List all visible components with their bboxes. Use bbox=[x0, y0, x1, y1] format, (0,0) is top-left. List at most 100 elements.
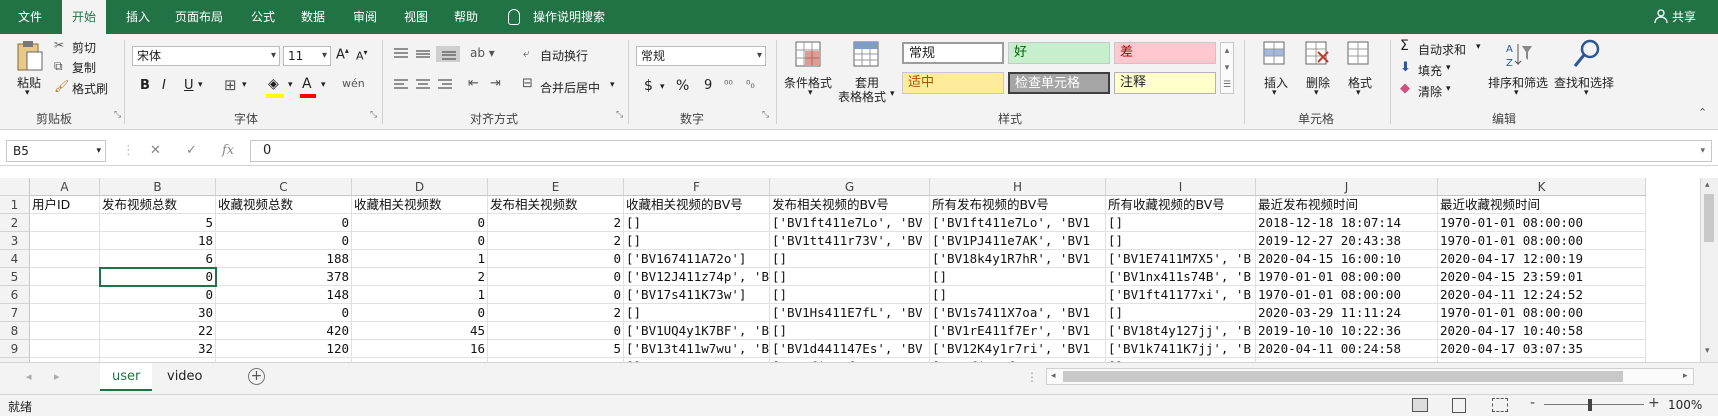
header-cell[interactable]: 所有发布视频的BV号 bbox=[930, 196, 1106, 214]
column-header-k[interactable]: K bbox=[1438, 178, 1646, 196]
table-cell[interactable]: [] bbox=[930, 268, 1106, 286]
style-neutral[interactable]: 适中 bbox=[902, 72, 1004, 94]
table-cell[interactable]: 1970-01-01 08:00:00 bbox=[1256, 268, 1438, 286]
table-cell[interactable]: [] bbox=[624, 214, 770, 232]
table-cell[interactable]: 1 bbox=[352, 250, 488, 268]
sheet-tab-user[interactable]: user bbox=[100, 363, 153, 391]
header-cell[interactable]: 最近发布视频时间 bbox=[1256, 196, 1438, 214]
dialog-launcher-icon[interactable]: ⤡ bbox=[762, 110, 769, 120]
share-button[interactable]: 共享 bbox=[1654, 0, 1696, 34]
table-cell[interactable]: 0 bbox=[216, 214, 352, 232]
table-cell[interactable]: [] bbox=[770, 286, 930, 304]
wrap-text-button[interactable]: 自动换行 bbox=[540, 47, 588, 64]
table-cell[interactable]: 148 bbox=[216, 286, 352, 304]
header-cell[interactable]: 发布相关视频的BV号 bbox=[770, 196, 930, 214]
table-cell[interactable]: [] bbox=[1106, 232, 1256, 250]
table-cell[interactable]: 5 bbox=[488, 340, 624, 358]
table-cell[interactable]: 30 bbox=[100, 304, 216, 322]
table-cell[interactable]: ['BV1rE411f7Er', 'BV1 bbox=[930, 322, 1106, 340]
table-cell[interactable]: ['BV12K4y1r7ri', 'BV1 bbox=[930, 340, 1106, 358]
table-cell[interactable] bbox=[30, 214, 100, 232]
table-cell[interactable]: ['BV18t4y127jj', 'B bbox=[1106, 322, 1256, 340]
table-cell[interactable]: 2020-03-29 11:11:24 bbox=[1256, 304, 1438, 322]
font-name-select[interactable]: 宋体 ▾ bbox=[132, 46, 280, 66]
row-header[interactable]: 6 bbox=[0, 286, 30, 304]
table-cell[interactable]: [] bbox=[624, 232, 770, 250]
column-header-a[interactable]: A bbox=[30, 178, 100, 196]
dialog-launcher-icon[interactable]: ⤡ bbox=[114, 110, 121, 120]
table-cell[interactable]: 2018-12-18 18:07:14 bbox=[1256, 214, 1438, 232]
table-cell[interactable] bbox=[30, 232, 100, 250]
table-cell[interactable]: 18 bbox=[100, 232, 216, 250]
increase-indent-icon[interactable]: ⇥ bbox=[490, 76, 501, 91]
style-note[interactable]: 注释 bbox=[1114, 72, 1216, 94]
chevron-down-icon[interactable]: ▾ bbox=[610, 80, 615, 90]
formula-input[interactable]: 0 ▾ bbox=[250, 140, 1712, 162]
column-header-i[interactable]: I bbox=[1106, 178, 1256, 196]
style-normal[interactable]: 常规 bbox=[902, 42, 1004, 64]
worksheet-grid[interactable]: A B C D E F G H I J K 1 用户ID 发布视频总数 收藏视频总数 收藏相关视频数 发布相关视… bbox=[0, 178, 1700, 362]
table-cell[interactable]: 188 bbox=[216, 250, 352, 268]
table-cell[interactable]: 2020-04-15 23:59:01 bbox=[1438, 268, 1646, 286]
table-cell[interactable]: 2020-04-17 03:07:35 bbox=[1438, 340, 1646, 358]
table-cell[interactable]: 5 bbox=[100, 214, 216, 232]
add-sheet-button[interactable]: + bbox=[248, 368, 265, 385]
scroll-right-icon[interactable]: ▸ bbox=[1683, 369, 1688, 384]
table-cell[interactable]: 2 bbox=[488, 304, 624, 322]
table-cell[interactable]: 2019-12-27 20:43:38 bbox=[1256, 232, 1438, 250]
table-cell[interactable]: 378 bbox=[216, 268, 352, 286]
horizontal-align-icons[interactable] bbox=[392, 78, 458, 92]
name-box[interactable]: B5 ▾ bbox=[6, 140, 106, 162]
table-cell[interactable]: ['BV18k4y1R7hR', 'BV1 bbox=[930, 250, 1106, 268]
row-header[interactable]: 2 bbox=[0, 214, 30, 232]
table-cell[interactable]: 2019-10-10 10:22:36 bbox=[1256, 322, 1438, 340]
table-cell[interactable]: 6 bbox=[100, 250, 216, 268]
row-header[interactable]: 8 bbox=[0, 322, 30, 340]
table-cell[interactable] bbox=[30, 304, 100, 322]
header-cell[interactable]: 最近收藏视频时间 bbox=[1438, 196, 1646, 214]
table-cell[interactable]: 2020-04-15 16:00:10 bbox=[1256, 250, 1438, 268]
table-cell[interactable]: ['BV1ft41177xi', 'B bbox=[1106, 286, 1256, 304]
header-cell[interactable]: 收藏相关视频数 bbox=[352, 196, 488, 214]
underline-button[interactable]: U bbox=[184, 78, 194, 93]
table-cell[interactable]: 1970-01-01 08:00:00 bbox=[1438, 214, 1646, 232]
table-cell[interactable]: [] bbox=[770, 268, 930, 286]
row-header[interactable]: 9 bbox=[0, 340, 30, 358]
column-header-j[interactable]: J bbox=[1256, 178, 1438, 196]
table-cell[interactable]: [] bbox=[930, 286, 1106, 304]
row-header[interactable]: 4 bbox=[0, 250, 30, 268]
row-header[interactable]: 5 bbox=[0, 268, 30, 286]
table-cell[interactable]: [] bbox=[1106, 304, 1256, 322]
scroll-thumb[interactable] bbox=[1704, 194, 1714, 242]
table-cell[interactable]: ['BV13t411w7wu', 'B bbox=[624, 340, 770, 358]
table-cell[interactable]: [] bbox=[770, 322, 930, 340]
style-bad[interactable]: 差 bbox=[1114, 42, 1216, 64]
percent-button[interactable]: % bbox=[676, 78, 689, 94]
table-cell[interactable]: ['BV1s7411X7oa', 'BV1 bbox=[930, 304, 1106, 322]
tab-formulas[interactable]: 公式 bbox=[251, 0, 275, 34]
table-cell[interactable]: 420 bbox=[216, 322, 352, 340]
row-header[interactable]: 3 bbox=[0, 232, 30, 250]
table-cell[interactable]: 0 bbox=[488, 286, 624, 304]
cancel-icon[interactable]: ✕ bbox=[150, 140, 161, 162]
decrease-indent-icon[interactable]: ⇤ bbox=[468, 76, 479, 91]
scroll-down-icon[interactable]: ▾ bbox=[1705, 346, 1710, 356]
table-cell[interactable]: 2020-04-17 10:40:58 bbox=[1438, 322, 1646, 340]
table-cell[interactable]: ['BV167411A72o'] bbox=[624, 250, 770, 268]
tab-insert[interactable]: 插入 bbox=[126, 0, 150, 34]
chevron-down-icon[interactable]: ▾ bbox=[288, 80, 293, 90]
table-cell[interactable]: ['BV1ft411e7Lo', 'BV bbox=[770, 214, 930, 232]
table-cell[interactable]: 32 bbox=[100, 340, 216, 358]
sheet-tab-video[interactable]: video bbox=[155, 363, 215, 391]
table-cell[interactable] bbox=[30, 286, 100, 304]
table-cell[interactable] bbox=[30, 340, 100, 358]
scroll-left-icon[interactable]: ◂ bbox=[1051, 369, 1056, 384]
tab-help[interactable]: 帮助 bbox=[454, 0, 478, 34]
enter-icon[interactable]: ✓ bbox=[186, 140, 197, 162]
table-cell[interactable]: 0 bbox=[352, 232, 488, 250]
table-cell[interactable]: 0 bbox=[352, 304, 488, 322]
currency-button[interactable]: $ bbox=[644, 78, 653, 94]
table-cell[interactable]: 0 bbox=[488, 268, 624, 286]
table-cell[interactable] bbox=[30, 250, 100, 268]
column-header-h[interactable]: H bbox=[930, 178, 1106, 196]
